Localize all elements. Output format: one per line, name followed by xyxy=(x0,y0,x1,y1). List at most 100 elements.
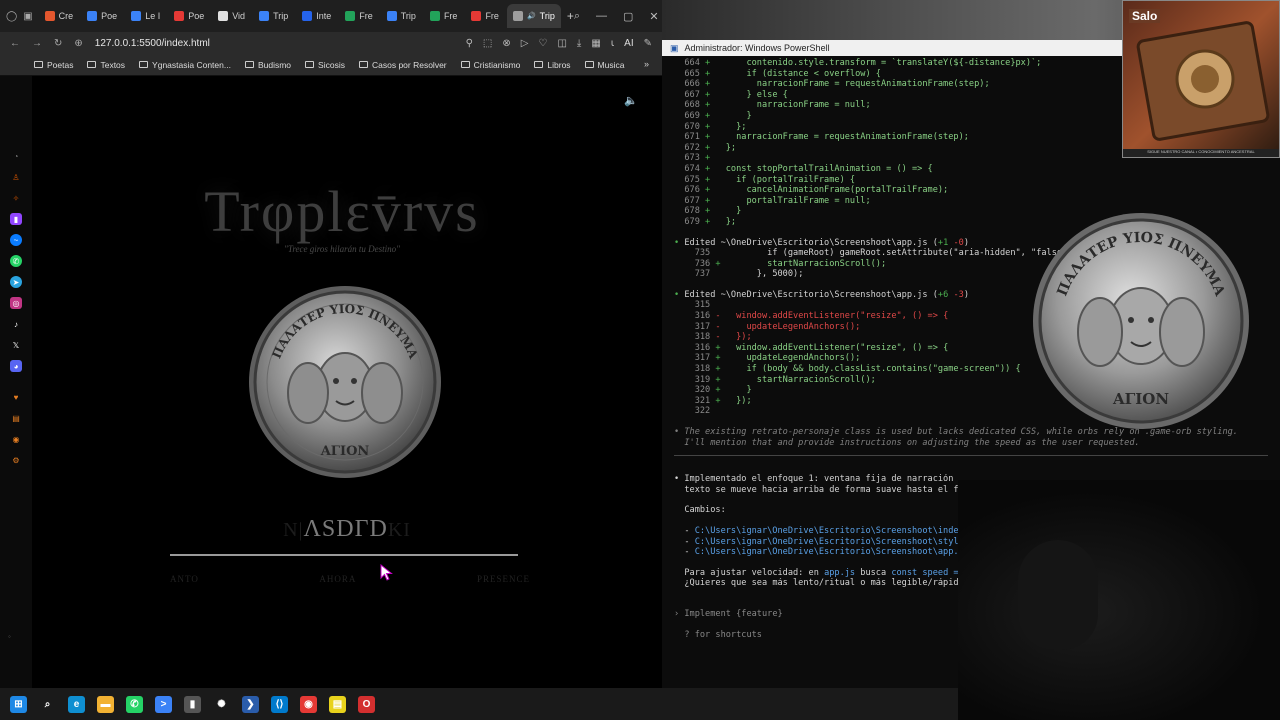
code-text: portalTrailFrame = null; xyxy=(715,195,871,206)
collapse-icon[interactable]: ◦ xyxy=(8,632,11,641)
line-number: 668 xyxy=(674,100,706,111)
line-number: 665 xyxy=(674,68,706,79)
tiktok-icon[interactable]: ♪ xyxy=(10,318,22,330)
bookmarks-overflow-icon[interactable]: » xyxy=(644,59,649,69)
telegram-icon[interactable]: ➤ xyxy=(10,276,22,288)
settings-icon[interactable]: ⚙ xyxy=(10,454,22,466)
notes-icon[interactable]: ▤ xyxy=(329,695,346,713)
line-number: 315 xyxy=(674,300,716,311)
chatgpt-icon[interactable]: ✺ xyxy=(213,695,230,713)
file-link: C:\Users\ignar\OneDrive\Escritorio\Scree… xyxy=(694,525,959,536)
phone-icon[interactable]: ▮ xyxy=(184,695,201,713)
x-icon[interactable]: 𝕏 xyxy=(10,339,22,351)
start-button[interactable]: Ν|ΛSDΓDΚΙ xyxy=(272,516,422,543)
webcam-overlay xyxy=(958,480,1280,720)
play-icon[interactable]: ▷ xyxy=(521,38,529,49)
tab-audio-icon[interactable]: 🔊 xyxy=(527,12,536,20)
tab-label: Fre xyxy=(485,11,499,21)
address-bar[interactable]: 127.0.0.1:5500/index.html xyxy=(95,38,210,49)
windows-start-icon[interactable]: ⊞ xyxy=(10,695,27,713)
whatsapp-icon[interactable]: ✆ xyxy=(126,695,143,713)
bookmark-folder[interactable]: Cristianismo xyxy=(460,60,520,70)
history-icon[interactable]: ◔ xyxy=(10,150,22,162)
browser-tab[interactable]: Trip xyxy=(253,4,294,28)
speaker-icon[interactable]: 🔈 xyxy=(624,94,638,107)
wallet-icon[interactable]: ▤ xyxy=(10,412,22,424)
browser-tab[interactable]: Fre xyxy=(465,4,505,28)
camera-icon[interactable]: ◫ xyxy=(557,38,566,49)
browser-tab[interactable]: Inte xyxy=(296,4,337,28)
diff-sign xyxy=(715,269,725,279)
browser-tab[interactable]: Trip xyxy=(381,4,422,28)
coin-image[interactable]: ΠΑΛΑΤΕΡ ΥΙΟΣ ΠΝΕΥΜΑ ΑΓΙΟΝ xyxy=(246,283,444,481)
browser-menu-icon[interactable]: ◯ xyxy=(6,11,17,22)
choice-label[interactable]: ANTO xyxy=(170,574,199,584)
bookmark-folder[interactable]: Casos por Resolver xyxy=(358,60,447,70)
block-icon[interactable]: ⊗ xyxy=(502,38,510,49)
bookmark-folder[interactable]: Poetas xyxy=(34,60,73,70)
flow-icon[interactable]: ♙ xyxy=(10,171,22,183)
bookmark-folder[interactable]: Budismo xyxy=(244,60,291,70)
browser-tab[interactable]: Poe xyxy=(81,4,123,28)
edit-icon[interactable]: ✎ xyxy=(644,38,652,49)
workspaces-icon[interactable]: ▣ xyxy=(23,11,32,22)
forward-icon[interactable]: → xyxy=(32,38,42,49)
browser-tab[interactable]: Cre xyxy=(39,4,80,28)
choice-label[interactable]: PRESENCE xyxy=(477,574,530,584)
browser-tab[interactable]: 🔊 Trip xyxy=(506,4,561,28)
vscode-icon[interactable]: ⟨⟩ xyxy=(271,695,288,713)
minimize-button[interactable]: — xyxy=(596,10,607,23)
search-icon[interactable]: ⌕ xyxy=(39,695,56,713)
edge-icon[interactable]: e xyxy=(68,695,85,713)
choice-label[interactable]: AHORA xyxy=(319,574,356,584)
browser-tab[interactable]: Le I xyxy=(125,4,166,28)
bookmark-folder[interactable]: Musica xyxy=(584,60,624,70)
bookmark-folder[interactable]: Textos xyxy=(87,60,125,70)
tab-label: Trip xyxy=(273,11,289,21)
powershell-icon[interactable]: ❯ xyxy=(242,695,259,713)
reload-icon[interactable]: ↻ xyxy=(54,38,62,49)
instagram-icon[interactable]: ◎ xyxy=(10,297,22,309)
browser-window: ◯ ▣ Cre Poe Le I Poe Vid Trip Inte Fre Trip Fre Fr… xyxy=(0,0,662,688)
favorite-icon[interactable]: ♡ xyxy=(538,38,547,49)
extensions-icon[interactable]: ▦ xyxy=(591,38,600,49)
browser-tab[interactable]: Poe xyxy=(168,4,210,28)
folder-icon xyxy=(534,61,544,68)
back-icon[interactable]: ← xyxy=(10,38,20,49)
bookmark-folder[interactable]: Ygnastasia Conten... xyxy=(139,60,231,70)
browser-tab[interactable]: Fre xyxy=(424,4,464,28)
whatsapp-icon[interactable]: ✆ xyxy=(10,255,22,267)
opera-icon[interactable]: O xyxy=(358,695,375,713)
game-title: Trφplεv̄rvs xyxy=(204,179,480,244)
heart-icon[interactable]: ♥ xyxy=(10,391,22,403)
chrome-icon[interactable]: ◉ xyxy=(300,695,317,713)
webcam-person xyxy=(1018,540,1098,650)
player-icon[interactable]: ◉ xyxy=(10,433,22,445)
bookmark-folder[interactable]: Sicosis xyxy=(305,60,345,70)
messenger-icon[interactable]: ~ xyxy=(10,234,22,246)
translate-icon[interactable]: ⍳ xyxy=(611,38,614,49)
speed-text: busca xyxy=(855,567,892,578)
maximize-button[interactable]: ▢ xyxy=(623,10,633,23)
terminal-icon[interactable]: > xyxy=(155,695,172,713)
browser-tab[interactable]: Fre xyxy=(339,4,379,28)
new-tab-button[interactable]: + xyxy=(567,9,574,23)
code-text: const stopPortalTrailAnimation = () => { xyxy=(715,163,933,174)
download-icon[interactable]: ⤓ xyxy=(577,38,581,49)
screenshot-icon[interactable]: ⬚ xyxy=(483,38,492,49)
diff-sign: + xyxy=(705,132,716,143)
browser-tab[interactable]: Vid xyxy=(212,4,251,28)
ai-button[interactable]: AI xyxy=(624,38,633,49)
site-info-icon[interactable]: ⊕ xyxy=(74,38,82,49)
close-window-button[interactable]: ✕ xyxy=(649,10,658,23)
bookmark-folder[interactable]: Libros xyxy=(534,60,571,70)
line-number: 666 xyxy=(674,79,706,90)
search-tabs-icon[interactable]: ⌕ xyxy=(574,10,580,23)
aria-icon[interactable]: ✧ xyxy=(10,192,22,204)
bookmark-icon[interactable]: ⚲ xyxy=(466,38,473,49)
twitch-icon[interactable]: ▮ xyxy=(10,213,22,225)
file-explorer-icon[interactable]: ▬ xyxy=(97,695,114,713)
line-number: 737 xyxy=(674,269,716,280)
code-text: updateLegendAnchors(); xyxy=(725,353,861,364)
discord-icon[interactable]: ◕ xyxy=(10,360,22,372)
